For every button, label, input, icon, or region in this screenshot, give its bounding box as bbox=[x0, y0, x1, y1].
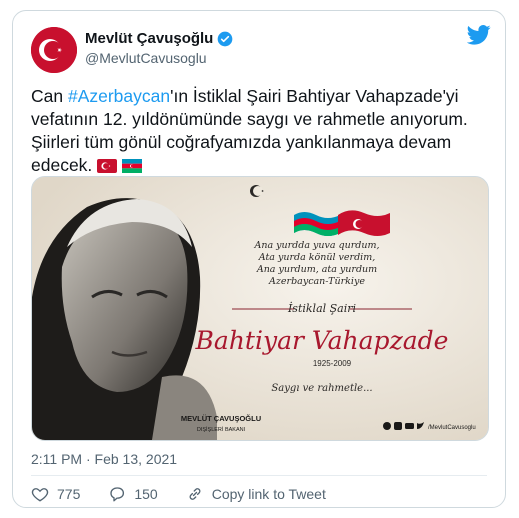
poem-line-3: Ana yurdum, ata yurdum bbox=[256, 264, 377, 275]
reply-icon bbox=[110, 487, 125, 502]
action-bar: 775 150 Copy link to Tweet bbox=[31, 485, 354, 503]
author-name-row[interactable]: Mevlüt Çavuşoğlu bbox=[85, 30, 233, 47]
tweet-card[interactable]: Mevlüt Çavuşoğlu @MevlutCavusoglu Can #A… bbox=[12, 10, 506, 508]
link-icon bbox=[189, 488, 201, 500]
portrait-photo bbox=[32, 198, 217, 440]
heart-icon bbox=[31, 488, 49, 502]
copy-link-label: Copy link to Tweet bbox=[211, 486, 326, 502]
like-count: 775 bbox=[57, 486, 81, 502]
author-name[interactable]: Mevlüt Çavuşoğlu bbox=[85, 30, 213, 47]
footer-handle: /MevlutCavusoglu bbox=[428, 425, 476, 431]
reply-button[interactable]: 150 bbox=[108, 485, 158, 503]
poet-years: 1925-2009 bbox=[313, 359, 352, 368]
turkey-flag-icon bbox=[97, 159, 118, 174]
instagram-icon bbox=[394, 422, 402, 430]
tweet-image[interactable]: Ana yurdda yuva qurdum, Ata yurda könül … bbox=[31, 176, 489, 441]
footer-name: MEVLÜT ÇAVUŞOĞLU bbox=[181, 414, 261, 423]
turkey-flag-avatar-icon bbox=[31, 27, 77, 73]
poet-name: Bahtiyar Vahapzade bbox=[195, 326, 449, 355]
tweet-text: Can #Azerbaycan'ın İstiklal Şairi Bahtiy… bbox=[31, 85, 491, 177]
poem-line-4: Azerbaycan-Türkiye bbox=[268, 276, 365, 287]
reply-count: 150 bbox=[134, 486, 158, 502]
facebook-icon bbox=[383, 422, 391, 430]
tweet-timestamp[interactable]: 2:11 PM · Feb 13, 2021 bbox=[31, 451, 177, 467]
poem-line-2: Ata yurda könül verdim, bbox=[258, 252, 375, 263]
subtitle-text: İstiklal Şairi bbox=[287, 301, 356, 315]
respect-text: Saygı ve rahmetle... bbox=[271, 383, 372, 394]
azerbaijan-flag-icon bbox=[122, 159, 143, 174]
copy-link-button[interactable]: Copy link to Tweet bbox=[186, 485, 326, 503]
avatar[interactable] bbox=[31, 27, 77, 73]
tweet-text-start: Can bbox=[31, 86, 68, 106]
like-button[interactable]: 775 bbox=[31, 485, 80, 503]
commemoration-image: Ana yurdda yuva qurdum, Ata yurda könül … bbox=[32, 177, 488, 440]
author-handle[interactable]: @MevlutCavusoglu bbox=[85, 50, 207, 66]
hashtag-link[interactable]: #Azerbaycan bbox=[68, 86, 170, 106]
poem-line-1: Ana yurdda yuva qurdum, bbox=[253, 240, 379, 251]
footer-title: DIŞİŞLERİ BAKANI bbox=[197, 426, 246, 433]
verified-badge-icon bbox=[218, 31, 233, 46]
twitter-bird-icon[interactable] bbox=[467, 25, 491, 45]
divider bbox=[31, 475, 487, 476]
youtube-icon bbox=[405, 423, 414, 429]
